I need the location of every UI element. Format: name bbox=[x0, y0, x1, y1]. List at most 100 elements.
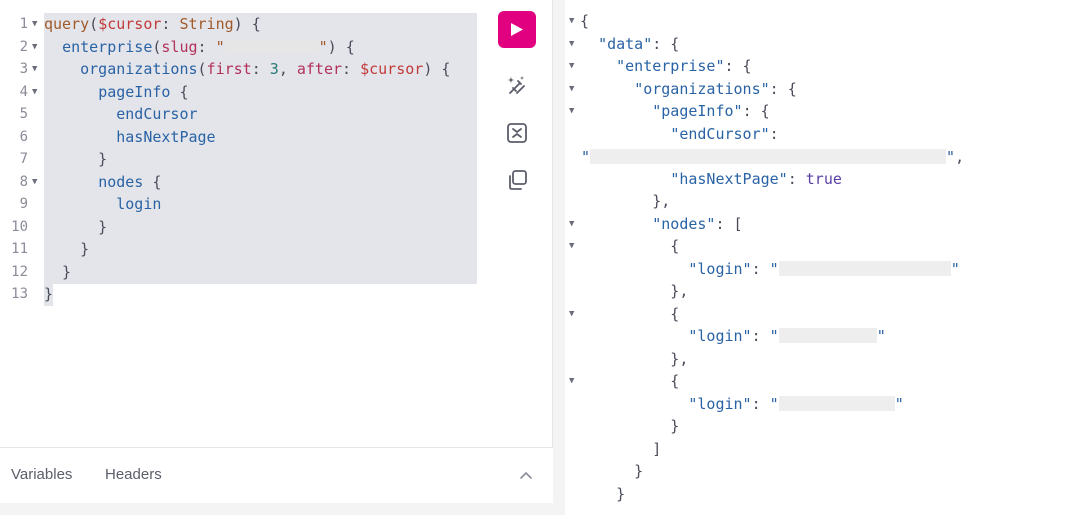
code-line[interactable]: endCursor bbox=[44, 103, 198, 126]
magic-wand-icon[interactable] bbox=[505, 73, 529, 97]
json-line: } bbox=[580, 417, 680, 435]
field-pageinfo: pageInfo bbox=[98, 82, 171, 101]
redacted-login bbox=[778, 328, 877, 343]
code-line[interactable]: hasNextPage bbox=[44, 126, 216, 149]
code-line[interactable]: enterprise(slug: " ") { bbox=[44, 36, 355, 59]
code-line[interactable]: } bbox=[44, 261, 71, 284]
code-line[interactable]: pageInfo { bbox=[44, 81, 188, 104]
type-string: String bbox=[179, 15, 234, 33]
field-enterprise: enterprise bbox=[62, 37, 153, 56]
line-number: 6 bbox=[19, 128, 28, 145]
json-key-hasnextpage: "hasNextPage" bbox=[670, 170, 788, 188]
line-number: 13 bbox=[11, 286, 28, 302]
json-key-pageinfo: "pageInfo" bbox=[652, 102, 743, 120]
fold-toggle-icon[interactable]: ▼ bbox=[569, 213, 574, 236]
chevron-up-icon[interactable] bbox=[519, 470, 533, 480]
code-line[interactable]: } bbox=[44, 238, 89, 261]
json-line: }, bbox=[580, 282, 689, 300]
editor-tools-bar: Variables Headers bbox=[0, 447, 553, 503]
code-line[interactable]: } bbox=[44, 216, 107, 239]
copy-icon[interactable] bbox=[505, 168, 529, 192]
json-line: "login": " " bbox=[688, 260, 960, 278]
field-organizations: organizations bbox=[80, 60, 198, 78]
field-login: login bbox=[116, 195, 162, 213]
code-line[interactable]: } bbox=[44, 283, 53, 306]
json-line: "nodes": [ bbox=[652, 215, 743, 233]
run-query-button[interactable] bbox=[498, 11, 536, 48]
json-line: } bbox=[580, 485, 626, 503]
fold-toggle-icon[interactable]: ▼ bbox=[569, 78, 574, 101]
redacted-endcursor bbox=[590, 149, 947, 164]
json-line: "hasNextPage": true bbox=[670, 170, 842, 188]
tab-headers[interactable]: Headers bbox=[105, 466, 162, 483]
fold-toggle-icon[interactable]: ▼ bbox=[569, 370, 574, 393]
line-number: 4 bbox=[19, 83, 28, 100]
line-number: 9 bbox=[19, 196, 28, 212]
fold-toggle-icon[interactable]: ▼ bbox=[32, 81, 37, 104]
json-line: { bbox=[580, 237, 680, 255]
json-line: { bbox=[580, 12, 590, 30]
arg-slug: slug bbox=[161, 37, 198, 56]
field-endcursor: endCursor bbox=[116, 105, 198, 123]
fold-toggle-icon[interactable]: ▼ bbox=[569, 303, 574, 326]
code-line[interactable]: login bbox=[44, 193, 161, 216]
json-line: "enterprise": { bbox=[616, 57, 752, 75]
json-line: "endCursor": bbox=[670, 125, 779, 143]
redacted-slug bbox=[224, 38, 319, 53]
field-hasnextpage: hasNextPage bbox=[116, 127, 216, 146]
code-line[interactable]: nodes { bbox=[44, 171, 161, 194]
code-line[interactable]: } bbox=[44, 148, 107, 171]
fold-toggle-icon[interactable]: ▼ bbox=[32, 36, 37, 59]
fold-toggle-icon[interactable]: ▼ bbox=[569, 235, 574, 258]
fold-toggle-icon[interactable]: ▼ bbox=[32, 13, 37, 36]
json-key-endcursor: "endCursor" bbox=[670, 125, 770, 143]
json-key-data: "data" bbox=[598, 35, 653, 53]
json-line: { bbox=[580, 372, 680, 390]
json-value-hasnextpage: true bbox=[805, 170, 842, 188]
json-key-login: "login" bbox=[688, 395, 752, 413]
number-first: 3 bbox=[269, 60, 279, 78]
json-line: }, bbox=[580, 192, 671, 210]
keyword-query: query bbox=[44, 15, 90, 33]
merge-fragments-icon[interactable] bbox=[505, 121, 529, 145]
json-line: "login": " " bbox=[688, 327, 886, 345]
query-editor-panel: 1 2 3 4 5 6 7 8 9 10 11 12 13 ▼ ▼ ▼ ▼ ▼ … bbox=[0, 0, 553, 503]
tab-variables[interactable]: Variables bbox=[11, 466, 72, 483]
json-key-login: "login" bbox=[688, 327, 752, 345]
redacted-login bbox=[778, 261, 951, 276]
fold-toggle-icon[interactable]: ▼ bbox=[569, 10, 574, 33]
fold-toggle-icon[interactable]: ▼ bbox=[32, 171, 37, 194]
line-number: 1 bbox=[19, 16, 28, 32]
line-number: 5 bbox=[19, 106, 28, 122]
json-line: "pageInfo": { bbox=[652, 102, 770, 120]
line-number: 10 bbox=[11, 218, 28, 235]
json-line: "data": { bbox=[598, 35, 680, 53]
json-key-nodes: "nodes" bbox=[652, 215, 716, 233]
fold-toggle-icon[interactable]: ▼ bbox=[569, 33, 574, 56]
line-number: 3 bbox=[19, 61, 28, 77]
line-number: 12 bbox=[11, 263, 28, 280]
code-line[interactable]: query($cursor: String) { bbox=[44, 13, 261, 36]
json-line: " ", bbox=[581, 148, 965, 166]
json-line: { bbox=[580, 305, 680, 323]
line-number: 7 bbox=[19, 151, 28, 167]
arg-first: first bbox=[206, 60, 252, 78]
fold-toggle-icon[interactable]: ▼ bbox=[32, 58, 37, 81]
redacted-login bbox=[778, 396, 895, 411]
json-key-enterprise: "enterprise" bbox=[616, 57, 725, 75]
play-icon bbox=[511, 23, 523, 36]
variable-cursor: $cursor bbox=[98, 15, 162, 33]
json-line: ] bbox=[580, 440, 662, 458]
arg-after: after bbox=[296, 60, 343, 78]
json-line: "organizations": { bbox=[634, 80, 797, 98]
line-number: 8 bbox=[19, 173, 28, 190]
json-line: }, bbox=[580, 350, 689, 368]
line-number: 2 bbox=[19, 38, 28, 55]
code-line[interactable]: organizations(first: 3, after: $cursor) … bbox=[44, 58, 450, 81]
json-line: "login": " " bbox=[688, 395, 904, 413]
line-number: 11 bbox=[11, 241, 28, 257]
json-line: } bbox=[580, 462, 644, 480]
fold-toggle-icon[interactable]: ▼ bbox=[569, 100, 574, 123]
json-key-organizations: "organizations" bbox=[634, 80, 770, 98]
fold-toggle-icon[interactable]: ▼ bbox=[569, 55, 574, 78]
